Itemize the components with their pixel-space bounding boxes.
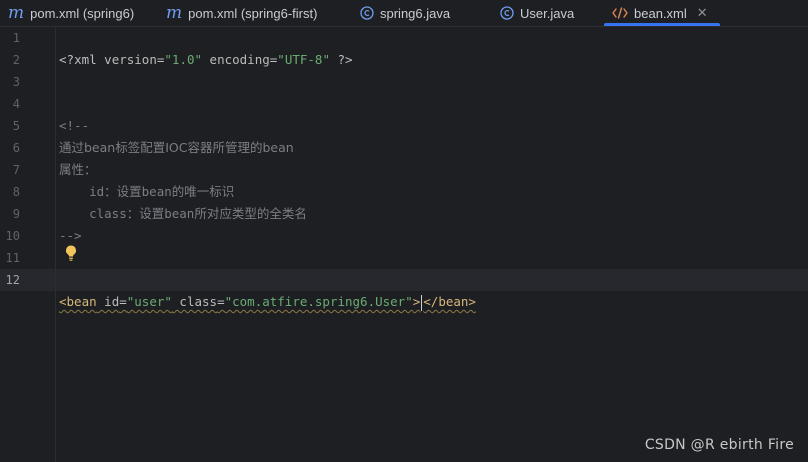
class-icon [500,6,514,20]
token: <bean [59,294,97,309]
code-line-8: class：设置bean所对应类型的全类名 [56,181,808,221]
code-editor[interactable]: <?xml version="1.0" encoding="UTF-8" ?> … [56,27,808,462]
line-number: 7 [12,163,20,177]
code-line-7: id：设置bean的唯一标识 [56,159,808,199]
line-number: 11 [5,251,20,265]
line-number: 2 [12,53,20,67]
maven-icon: m [166,2,183,23]
token: </bean> [423,294,476,309]
line-number-gutter: 1 2 3 4 5 6 7 8 9 10 11 12 [0,27,56,462]
token: version [104,52,157,67]
token: class [171,294,218,309]
code-line-4: <!-- [56,93,808,133]
code-line-1: <?xml version="1.0" encoding="UTF-8" ?> [56,27,808,67]
line-number: 8 [12,185,20,199]
token: xml [74,52,105,67]
line-number: 6 [12,141,20,155]
token: <? [59,52,75,67]
line-number-current: 12 [5,273,20,287]
line-number: 5 [12,119,20,133]
tab-pom-spring6-first[interactable]: m pom.xml (spring6-first) [158,0,352,26]
line-number: 10 [5,229,20,243]
active-tab-indicator [604,23,720,26]
tab-label: bean.xml [634,5,687,21]
token: "com.atfire.spring6.User" [224,294,413,309]
token: = [217,294,225,309]
code-line-12: <bean id="user" class="com.atfire.spring… [56,269,808,311]
line-number: 3 [12,75,20,89]
comment-text: --> [59,228,82,243]
token: > [412,294,421,309]
token: encoding [202,52,270,67]
watermark: CSDN @R ebirth Fire [644,437,794,453]
code-line-5: 通过bean标签配置IOC容器所管理的bean [56,115,808,155]
tab-label: User.java [520,5,575,21]
tab-label: spring6.java [380,5,451,21]
close-tab-icon[interactable]: ✕ [697,5,708,21]
token: = [119,294,127,309]
tab-spring6-java[interactable]: spring6.java [352,0,492,26]
maven-icon: m [8,2,25,23]
line-number: 9 [12,207,20,221]
tab-label: pom.xml (spring6-first) [188,5,318,21]
line-number: 1 [12,31,20,45]
xml-icon [612,7,628,19]
token: id [96,294,120,309]
class-icon [360,6,374,20]
tab-user-java[interactable]: User.java [492,0,604,26]
tab-pom-spring6[interactable]: m pom.xml (spring6) [0,0,158,26]
code-line-9: --> [56,203,808,243]
line-number: 4 [12,97,20,111]
token: ?> [329,52,353,67]
code-line-6: 属性： [56,137,808,177]
editor-tab-bar: m pom.xml (spring6) m pom.xml (spring6-f… [0,0,808,27]
tab-bean-xml[interactable]: bean.xml ✕ [604,0,720,26]
token: "user" [126,294,172,309]
tab-label: pom.xml (spring6) [30,5,135,21]
token: "1.0" [164,52,203,67]
token: "UTF-8" [277,52,330,67]
